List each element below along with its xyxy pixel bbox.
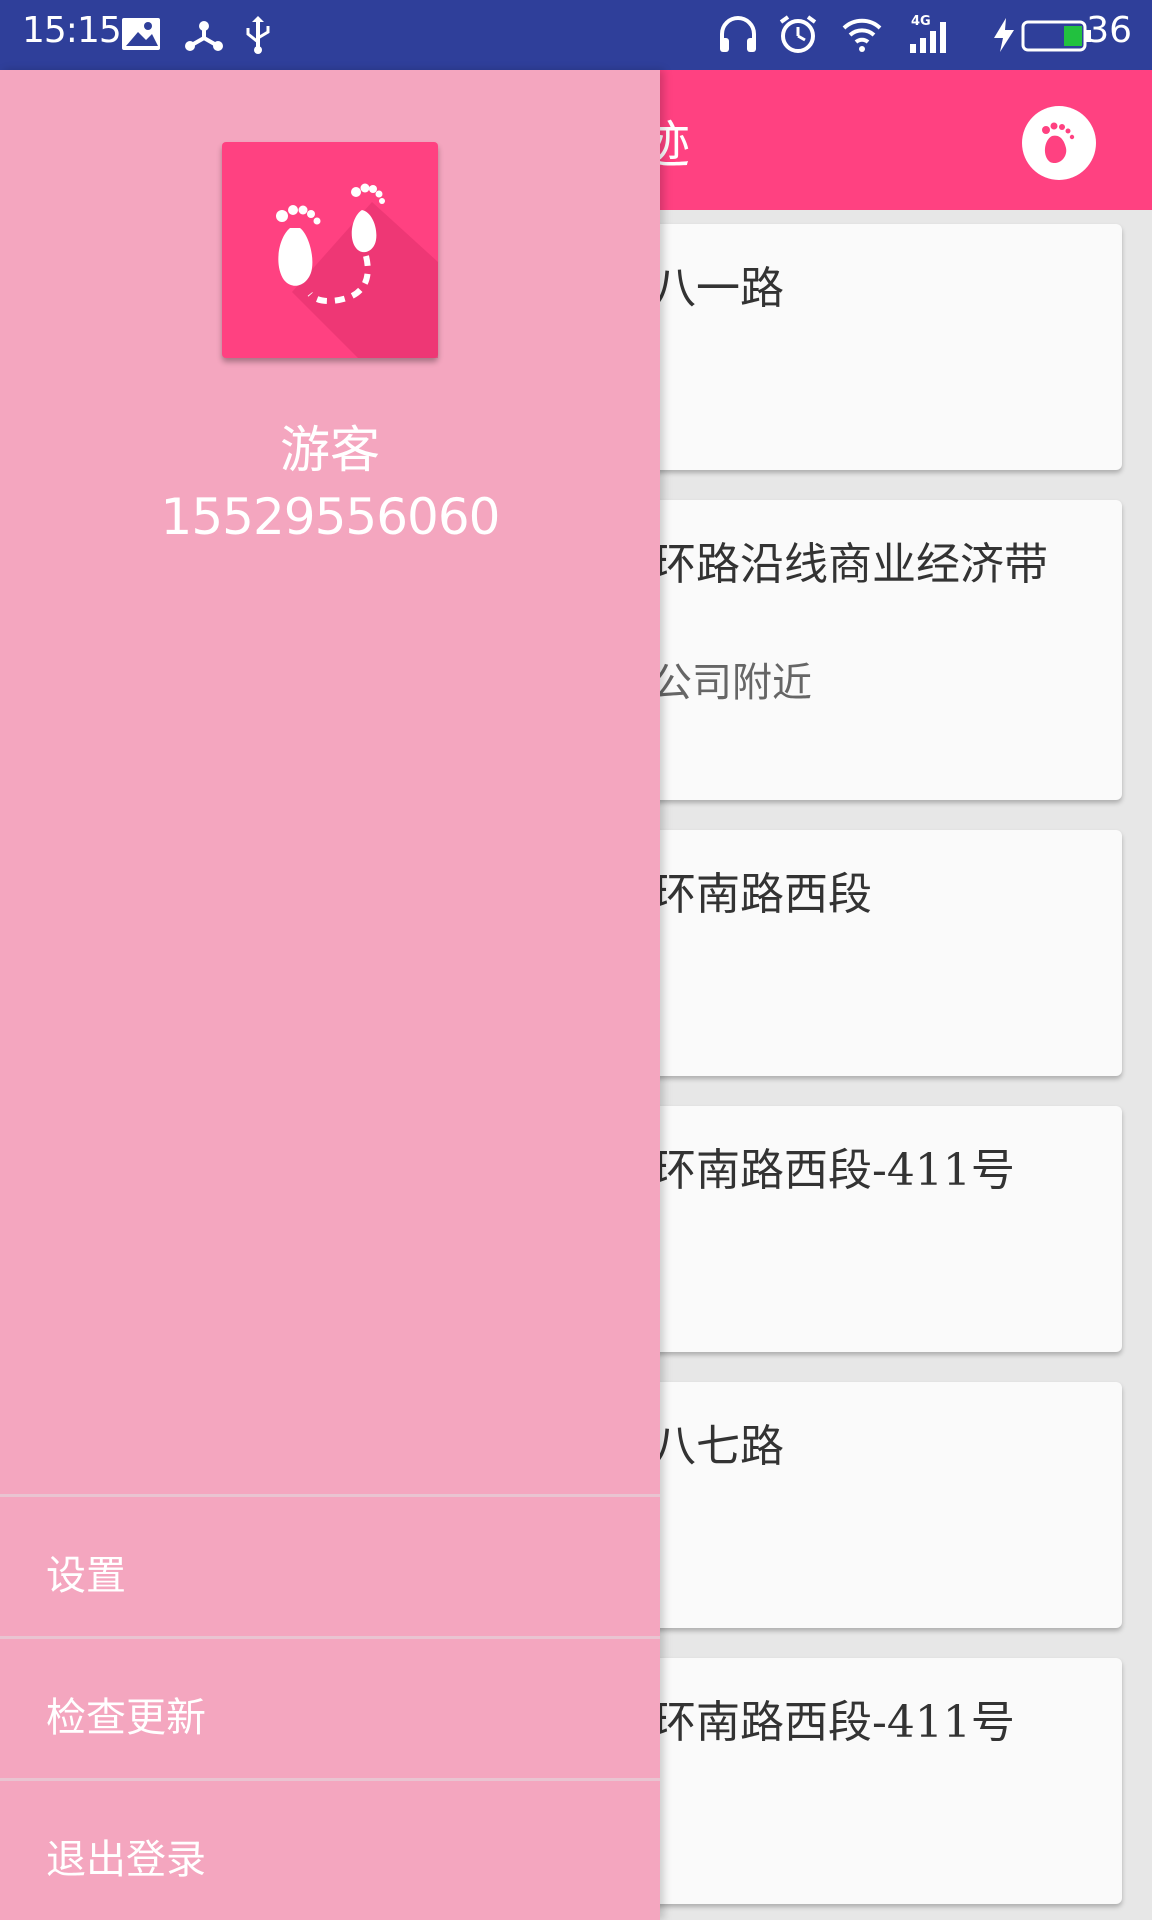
usb-icon [246, 16, 270, 54]
menu-item-label: 设置 [46, 1553, 126, 1599]
menu-item-check-update[interactable]: 检查更新 [0, 1636, 660, 1778]
signal-icon [910, 22, 946, 53]
user-phone: 15529556060 [160, 488, 501, 546]
menu-item-logout[interactable]: 退出登录 [0, 1778, 660, 1920]
battery-level: 36 [1086, 10, 1132, 51]
user-name: 游客 [280, 421, 380, 479]
gallery-icon [122, 18, 160, 50]
drawer-menu: 设置 检查更新 退出登录 [0, 1494, 660, 1920]
share-icon [185, 21, 223, 51]
navigation-drawer: 游客 15529556060 设置 检查更新 退出登录 [0, 70, 660, 1920]
alarm-icon [779, 15, 817, 53]
menu-item-settings[interactable]: 设置 [0, 1494, 660, 1636]
headphones-icon [720, 16, 756, 52]
wifi-icon [842, 18, 882, 52]
status-time: 15:15 [22, 10, 122, 51]
footprints-logo-icon [222, 142, 438, 362]
status-bar: 15:15 4G 36 [0, 0, 1152, 70]
menu-item-label: 退出登录 [46, 1837, 206, 1883]
battery-icon [1021, 20, 1091, 52]
menu-item-label: 检查更新 [46, 1695, 206, 1741]
